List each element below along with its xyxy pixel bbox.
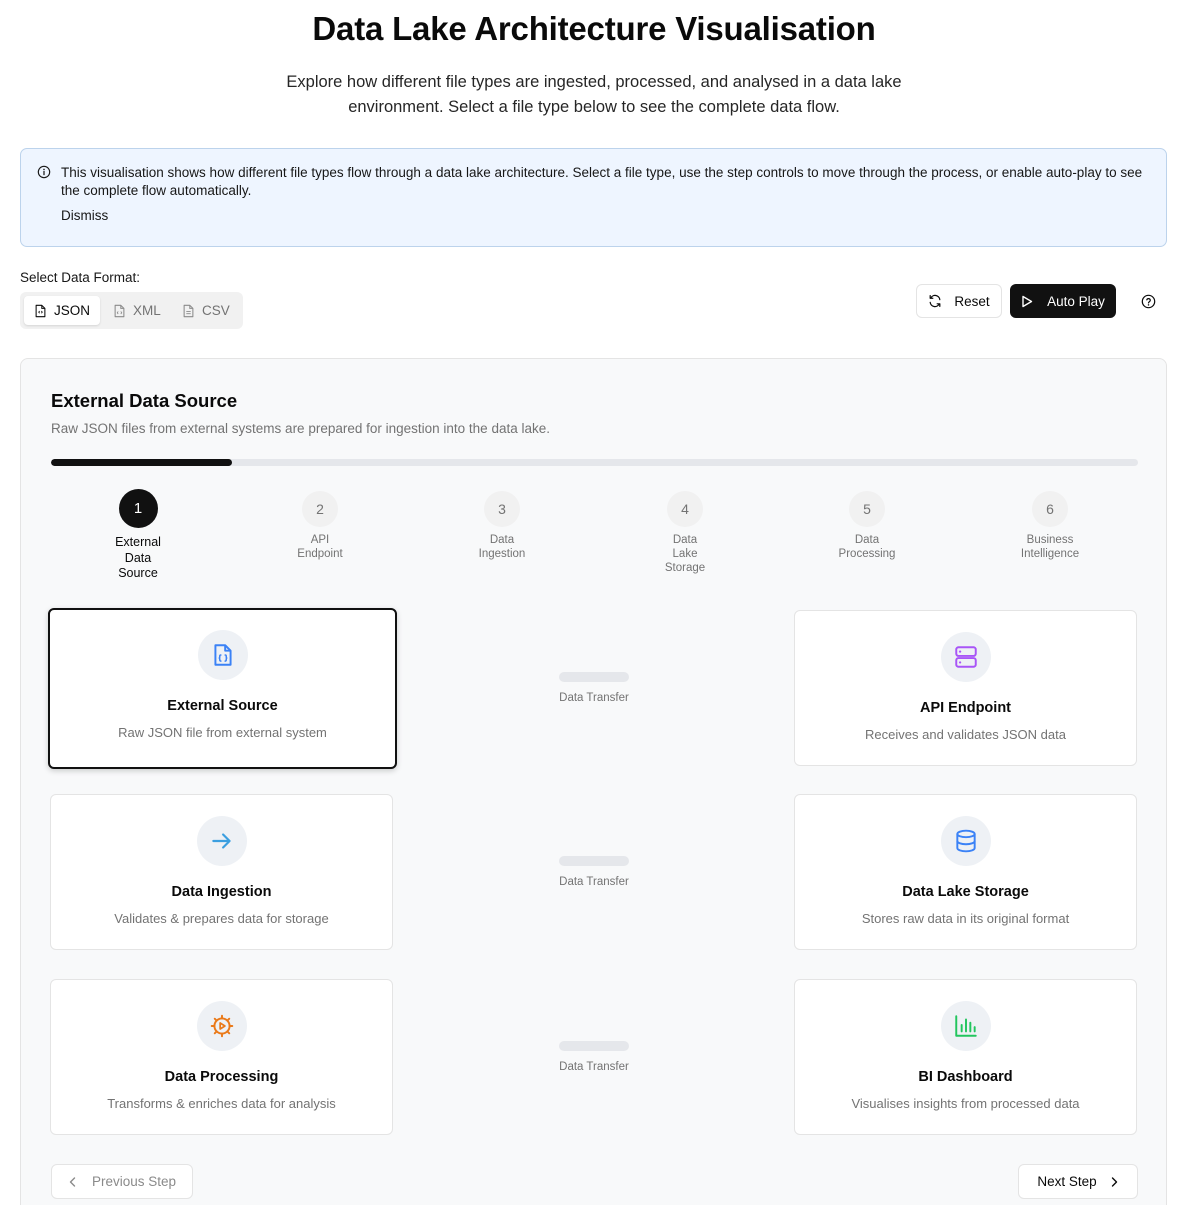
- info-icon: [37, 165, 51, 179]
- reset-button[interactable]: Reset: [916, 284, 1002, 318]
- card-description: Stores raw data in its original format: [861, 911, 1070, 926]
- step-number: 1: [118, 489, 158, 528]
- card-description: Visualises insights from processed data: [851, 1096, 1080, 1111]
- step-number: 5: [849, 491, 885, 527]
- current-step-title: External Data Source: [51, 390, 238, 411]
- card-title: BI Dashboard: [918, 1069, 1013, 1085]
- card-data-processing[interactable]: Data Processing Transforms & enriches da…: [50, 979, 393, 1135]
- server-icon: [954, 646, 977, 668]
- next-step-button[interactable]: Next Step: [1018, 1164, 1138, 1199]
- file-code-icon: [114, 304, 125, 317]
- progress-bar: [51, 459, 1138, 466]
- card-icon: [196, 1001, 247, 1051]
- stepper-step-3[interactable]: 3 Data Ingestion: [442, 491, 562, 561]
- tab-json[interactable]: JSON: [24, 296, 101, 325]
- card-description: Transforms & enriches data for analysis: [107, 1096, 336, 1111]
- step-number: 3: [484, 491, 520, 527]
- card-api-endpoint[interactable]: API Endpoint Receives and validates JSON…: [794, 610, 1137, 766]
- transfer-label: Data Transfer: [559, 1061, 629, 1073]
- step-label: Data Processing: [838, 534, 896, 560]
- card-title: Data Lake Storage: [902, 884, 1029, 900]
- card-title: Data Processing: [164, 1069, 279, 1085]
- card-data-lake-storage[interactable]: Data Lake Storage Stores raw data in its…: [794, 794, 1137, 950]
- auto-play-label: Auto Play: [1047, 293, 1105, 309]
- stepper-step-4[interactable]: 4 Data Lake Storage: [625, 491, 745, 575]
- auto-play-button[interactable]: Auto Play: [1010, 284, 1116, 318]
- chevron-right-icon: [1111, 1176, 1117, 1187]
- page-subtitle: Explore how different file types are ing…: [286, 73, 902, 116]
- format-tabs: JSON XML CSV: [20, 292, 243, 329]
- tab-csv-label: CSV: [202, 303, 230, 318]
- next-step-label: Next Step: [1037, 1174, 1097, 1189]
- data-transfer-3: Data Transfer: [534, 1041, 654, 1073]
- card-description: Validates & prepares data for storage: [114, 911, 329, 926]
- step-label: API Endpoint: [297, 534, 343, 560]
- stepper-step-6[interactable]: 6 Business Intelligence: [990, 491, 1110, 561]
- transfer-bar: [559, 672, 629, 682]
- bar-chart-icon: [954, 1015, 977, 1037]
- card-data-ingestion[interactable]: Data Ingestion Validates & prepares data…: [50, 794, 393, 950]
- current-step-description: Raw JSON files from external systems are…: [51, 421, 550, 436]
- arrow-right-icon: [211, 833, 231, 849]
- previous-step-button[interactable]: Previous Step: [51, 1164, 193, 1199]
- card-title: Data Ingestion: [171, 884, 272, 900]
- data-transfer-2: Data Transfer: [534, 856, 654, 888]
- card-title: API Endpoint: [919, 700, 1011, 716]
- transfer-label: Data Transfer: [559, 876, 629, 888]
- tab-xml-label: XML: [133, 303, 161, 318]
- play-icon: [1022, 295, 1033, 307]
- step-label: Business Intelligence: [1020, 534, 1080, 560]
- reset-label: Reset: [954, 293, 990, 309]
- step-number: 6: [1032, 491, 1068, 527]
- card-external-source[interactable]: External Source Raw JSON file from exter…: [48, 608, 397, 769]
- stepper-step-2[interactable]: 2 API Endpoint: [260, 491, 380, 561]
- page-title: Data Lake Architecture Visualisation: [312, 10, 876, 47]
- tab-json-label: JSON: [54, 303, 91, 318]
- cog-play-icon: [210, 1014, 233, 1038]
- tab-xml[interactable]: XML: [103, 296, 171, 325]
- card-title: External Source: [167, 698, 278, 714]
- step-label: External Data Source: [115, 535, 161, 580]
- file-text-icon: [183, 304, 194, 317]
- transfer-label: Data Transfer: [559, 692, 629, 704]
- refresh-icon: [929, 294, 941, 308]
- previous-step-label: Previous Step: [91, 1174, 177, 1189]
- card-icon: [196, 816, 247, 866]
- card-icon: [940, 1001, 991, 1051]
- step-number: 2: [302, 491, 338, 527]
- info-text: This visualisation shows how different f…: [61, 165, 1143, 198]
- step-number: 4: [667, 491, 703, 527]
- step-label: Data Ingestion: [478, 534, 526, 560]
- card-bi-dashboard[interactable]: BI Dashboard Visualises insights from pr…: [794, 979, 1137, 1135]
- stepper-step-1[interactable]: 1 External Data Source: [78, 489, 198, 582]
- card-description: Receives and validates JSON data: [865, 727, 1066, 742]
- database-icon: [955, 829, 976, 853]
- chevron-left-icon: [69, 1176, 76, 1187]
- flow-panel: External Data Source Raw JSON files from…: [20, 358, 1167, 1205]
- card-description: Raw JSON file from external system: [118, 725, 327, 740]
- card-icon: [940, 632, 991, 682]
- transfer-bar: [559, 856, 629, 866]
- file-json-icon: [35, 304, 46, 317]
- card-icon: [940, 816, 991, 866]
- format-label: Select Data Format:: [20, 270, 141, 285]
- help-circle-icon[interactable]: [1141, 294, 1156, 309]
- transfer-bar: [559, 1041, 629, 1051]
- dismiss-button[interactable]: Dismiss: [61, 208, 108, 223]
- data-transfer-1: Data Transfer: [534, 672, 654, 704]
- progress-fill: [51, 459, 233, 466]
- step-label: Data Lake Storage: [664, 534, 706, 574]
- stepper-step-5[interactable]: 5 Data Processing: [807, 491, 927, 561]
- file-json-icon: [213, 644, 232, 666]
- info-alert: This visualisation shows how different f…: [20, 148, 1167, 247]
- card-icon: [197, 630, 248, 680]
- tab-csv[interactable]: CSV: [172, 296, 240, 325]
